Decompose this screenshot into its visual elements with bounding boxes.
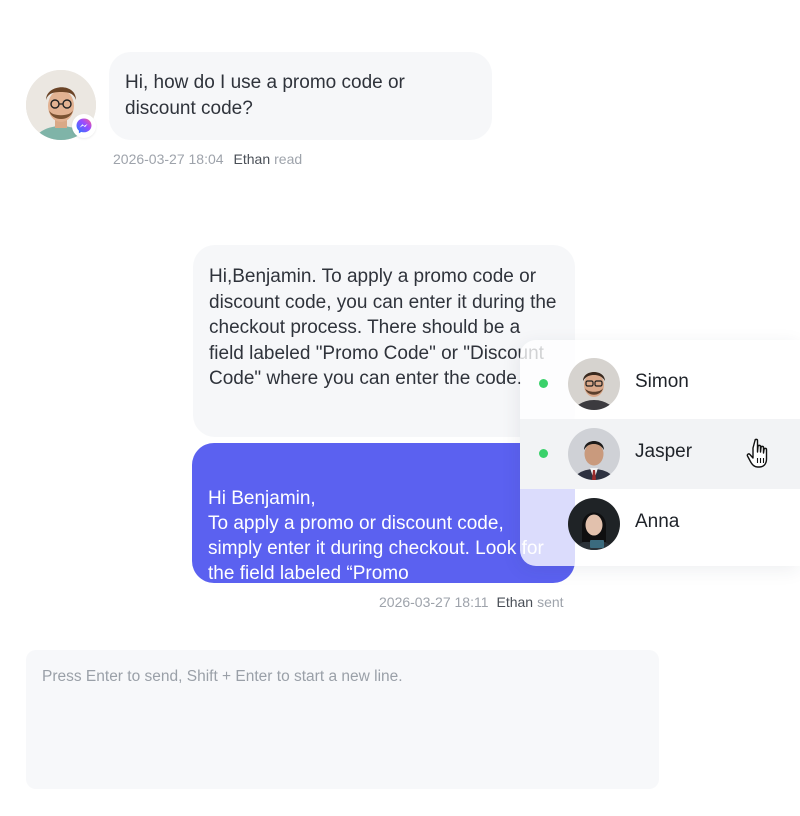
suggested-reply-text: Hi,Benjamin. To apply a promo code or di… bbox=[209, 266, 557, 390]
mention-item-anna[interactable]: Anna bbox=[520, 489, 800, 559]
jasper-avatar bbox=[568, 428, 620, 480]
outgoing-status: sent bbox=[537, 594, 564, 610]
suggested-reply-bubble[interactable]: Hi,Benjamin. To apply a promo code or di… bbox=[193, 245, 575, 437]
online-status-dot bbox=[539, 449, 548, 458]
incoming-agent-name: Ethan bbox=[233, 151, 271, 167]
incoming-message-text: Hi, how do I use a promo code or discoun… bbox=[125, 72, 405, 119]
outgoing-message-text: Hi Benjamin, To apply a promo or discoun… bbox=[208, 488, 544, 583]
incoming-message-bubble: Hi, how do I use a promo code or discoun… bbox=[109, 52, 492, 140]
composer-placeholder: Press Enter to send, Shift + Enter to st… bbox=[42, 668, 403, 685]
outgoing-message-meta: 2026-03-27 18:11 Ethan sent bbox=[379, 594, 564, 610]
mention-item-jasper[interactable]: Jasper bbox=[520, 419, 800, 489]
simon-avatar bbox=[568, 358, 620, 410]
incoming-status: read bbox=[274, 151, 303, 167]
mention-name: Simon bbox=[635, 371, 689, 392]
incoming-timestamp: 2026-03-27 18:04 bbox=[113, 151, 224, 167]
anna-avatar bbox=[568, 498, 620, 550]
outgoing-agent-name: Ethan bbox=[496, 594, 534, 610]
outgoing-message-bubble: Hi Benjamin, To apply a promo or discoun… bbox=[192, 443, 575, 583]
customer-avatar bbox=[26, 70, 96, 140]
mention-item-simon[interactable]: Simon bbox=[520, 349, 800, 419]
hand-pointer-icon bbox=[745, 437, 775, 471]
online-status-dot bbox=[539, 379, 548, 388]
mention-name: Jasper bbox=[635, 441, 693, 462]
outgoing-timestamp: 2026-03-27 18:11 bbox=[379, 594, 489, 610]
message-composer[interactable]: Press Enter to send, Shift + Enter to st… bbox=[26, 650, 659, 789]
incoming-message-meta: 2026-03-27 18:04 Ethan read bbox=[113, 151, 302, 167]
mention-dropdown: Simon Jasper Anna bbox=[520, 340, 800, 566]
messenger-icon bbox=[72, 114, 96, 138]
mention-name: Anna bbox=[635, 511, 680, 532]
